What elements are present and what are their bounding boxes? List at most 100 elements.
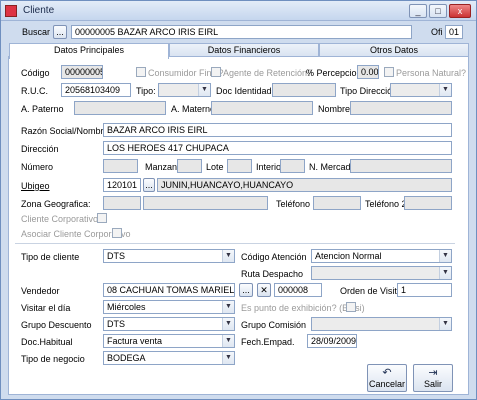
window: Cliente _ □ x Buscar ... 00000005 BAZAR …	[0, 0, 477, 400]
numero-label: Número	[21, 162, 54, 172]
orden-field[interactable]: 1	[397, 283, 452, 297]
vendedor-field[interactable]: 08 CACHUAN TOMAS MARIELA JESS	[103, 283, 235, 297]
chevron-down-icon: ▼	[222, 352, 234, 364]
ruc-field[interactable]: 20568103409	[61, 83, 131, 97]
apaterno-label: A. Paterno	[21, 104, 64, 114]
buscar-input[interactable]: 00000005 BAZAR ARCO IRIS EIRL	[71, 25, 412, 39]
ruta-label: Ruta Despacho	[241, 269, 304, 279]
agente-label: Agente de Retención?	[223, 68, 313, 78]
agente-checkbox[interactable]	[211, 67, 221, 77]
chevron-down-icon: ▼	[222, 250, 234, 262]
interior-field[interactable]	[280, 159, 305, 173]
razon-field[interactable]: BAZAR ARCO IRIS EIRL	[103, 123, 452, 137]
chevron-down-icon: ▼	[222, 318, 234, 330]
visitar-select[interactable]: Miércoles ▼	[103, 300, 235, 314]
tel2-label: Teléfono 2	[365, 199, 407, 209]
app-icon	[5, 5, 17, 17]
ofi-input[interactable]: 01	[445, 25, 463, 39]
maximize-button[interactable]: □	[429, 4, 447, 18]
negocio-label: Tipo de negocio	[21, 354, 85, 364]
cancel-button[interactable]: ↶ Cancelar	[367, 364, 407, 392]
ubigeo-name: JUNIN,HUANCAYO,HUANCAYO	[157, 178, 452, 192]
apaterno-field[interactable]	[74, 101, 166, 115]
chevron-down-icon: ▼	[439, 318, 451, 330]
amaterno-field[interactable]	[211, 101, 313, 115]
nombres-field[interactable]	[350, 101, 452, 115]
codigo-field[interactable]: 00000005	[61, 65, 103, 79]
undo-icon: ↶	[382, 367, 392, 379]
mercado-label: N. Mercado	[309, 162, 356, 172]
doc-habitual-value: Factura venta	[107, 336, 163, 346]
cod-atencion-label: Código Atención	[241, 252, 307, 262]
grupo-desc-label: Grupo Descuento	[21, 320, 92, 330]
fech-label: Fech.Empad.	[241, 337, 295, 347]
vendedor-label: Vendedor	[21, 286, 60, 296]
grupo-com-select[interactable]: ▼	[311, 317, 452, 331]
direccion-field[interactable]: LOS HEROES 417 CHUPACA	[103, 141, 452, 155]
tab-datos-principales[interactable]: Datos Principales	[9, 43, 169, 59]
tipo-label: Tipo:	[136, 86, 156, 96]
close-button[interactable]: x	[449, 4, 471, 18]
ruc-label: R.U.C.	[21, 86, 48, 96]
vendedor-browse-button[interactable]: ...	[239, 283, 253, 297]
persona-label: Persona Natural?	[396, 68, 467, 78]
asociar-checkbox[interactable]	[112, 228, 122, 238]
tipo-cliente-label: Tipo de cliente	[21, 252, 80, 262]
zona-label: Zona Geografica:	[21, 199, 91, 209]
cancel-button-label: Cancelar	[368, 379, 406, 389]
buscar-browse-button[interactable]: ...	[53, 25, 67, 39]
direccion-label: Dirección	[21, 144, 59, 154]
exit-button[interactable]: ⇥ Salir	[413, 364, 453, 392]
orden-label: Orden de Visita	[340, 286, 402, 296]
visitar-value: Miércoles	[107, 302, 146, 312]
doc-habitual-select[interactable]: Factura venta ▼	[103, 334, 235, 348]
cliente-corp-checkbox[interactable]	[97, 213, 107, 223]
lote-field[interactable]	[227, 159, 252, 173]
codigo-label: Código	[21, 68, 50, 78]
negocio-select[interactable]: BODEGA ▼	[103, 351, 235, 365]
tipodir-select[interactable]: ▼	[390, 83, 452, 97]
exit-door-icon: ⇥	[428, 367, 438, 379]
window-title: Cliente	[23, 5, 55, 16]
exit-button-label: Salir	[423, 379, 442, 389]
chevron-down-icon: ▼	[222, 335, 234, 347]
exhibicion-checkbox[interactable]	[346, 302, 356, 312]
percepcion-field[interactable]: 0.00	[357, 65, 379, 79]
negocio-value: BODEGA	[107, 353, 146, 363]
divider	[15, 243, 455, 244]
razon-label: Razón Social/Nombre	[21, 126, 109, 136]
chevron-down-icon: ▼	[222, 301, 234, 313]
tipo-select[interactable]: ▼	[158, 83, 211, 97]
ruta-select[interactable]: ▼	[311, 266, 452, 280]
zona-code[interactable]	[103, 196, 141, 210]
tel1-field[interactable]	[313, 196, 361, 210]
mercado-field[interactable]	[350, 159, 452, 173]
doc-label: Doc Identidad:	[216, 86, 275, 96]
cod-atencion-select[interactable]: Atencion Normal ▼	[311, 249, 452, 263]
ubigeo-code[interactable]: 120101	[103, 178, 141, 192]
consumidor-checkbox[interactable]	[136, 67, 146, 77]
tel1-label: Teléfono 1	[276, 199, 318, 209]
doc-habitual-label: Doc.Habitual	[21, 337, 73, 347]
vendedor-clear-button[interactable]: ✕	[257, 283, 271, 297]
chevron-down-icon: ▼	[439, 84, 451, 96]
fech-field[interactable]: 28/09/2009	[307, 334, 357, 348]
amaterno-label: A. Materno	[171, 104, 216, 114]
tipo-cliente-select[interactable]: DTS ▼	[103, 249, 235, 263]
tipo-cliente-value: DTS	[107, 251, 125, 261]
ofi-label: Ofi	[431, 27, 443, 37]
lote-label: Lote	[206, 162, 224, 172]
manzana-field[interactable]	[177, 159, 202, 173]
titlebar: Cliente _ □ x	[1, 1, 476, 21]
numero-field[interactable]	[103, 159, 138, 173]
persona-checkbox[interactable]	[384, 67, 394, 77]
zona-name	[143, 196, 268, 210]
chevron-down-icon: ▼	[439, 250, 451, 262]
vendedor-code: 000008	[274, 283, 322, 297]
grupo-desc-select[interactable]: DTS ▼	[103, 317, 235, 331]
visitar-label: Visitar el día	[21, 303, 71, 313]
minimize-button[interactable]: _	[409, 4, 427, 18]
ubigeo-browse-button[interactable]: ...	[143, 178, 155, 192]
doc-field[interactable]	[272, 83, 336, 97]
tel2-field[interactable]	[404, 196, 452, 210]
